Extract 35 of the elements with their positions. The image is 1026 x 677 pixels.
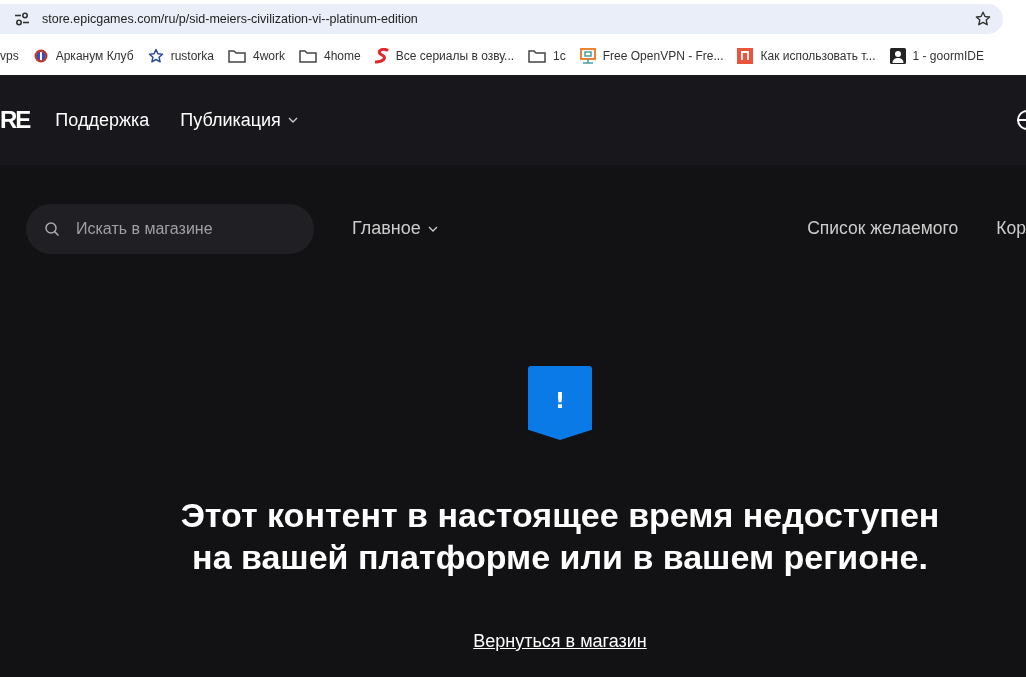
discover-menu[interactable]: Главное [352, 218, 438, 239]
s-logo-icon [374, 48, 389, 64]
folder-icon [228, 49, 246, 63]
store-link[interactable]: Список желаемого [807, 218, 959, 239]
chevron-down-icon [287, 117, 298, 123]
search-field[interactable]: Искать в магазине [26, 203, 314, 254]
bookmark-item[interactable]: Все сериалы в озву... [374, 48, 515, 64]
monitor-icon [579, 48, 596, 64]
store-link[interactable]: Кор [996, 218, 1026, 239]
bookmark-item[interactable]: 4work [228, 49, 285, 63]
star-icon [147, 48, 164, 64]
globe-icon[interactable] [1016, 109, 1026, 131]
site-settings-icon[interactable] [14, 11, 30, 26]
url-text: store.epicgames.com/ru/p/sid-meiers-civilization-vi--platinum-edition [42, 11, 419, 26]
bookmark-item[interactable]: 1 - goormIDE [889, 48, 984, 64]
return-to-store-link[interactable]: Вернуться в магазин [473, 631, 647, 652]
person-icon [889, 48, 906, 64]
store-logo[interactable]: RE [0, 106, 30, 134]
chevron-down-icon [427, 225, 438, 232]
bookmark-star-icon[interactable] [975, 10, 991, 27]
folder-icon [299, 49, 317, 63]
nav-link[interactable]: Публикация [180, 109, 298, 131]
bookmark-item[interactable]: Free OpenVPN - Fre... [579, 48, 724, 64]
unavailable-message: Этот контент в настоящее время недоступен на вашей платформе или в вашем регионе. [180, 495, 940, 578]
bookmark-item[interactable]: vps [0, 49, 19, 63]
warning-badge: ! [528, 366, 592, 440]
bookmark-item[interactable]: Как использовать т... [737, 48, 876, 64]
bookmark-item[interactable]: rustorka [147, 48, 214, 64]
folder-icon [528, 49, 547, 63]
letter-logo-icon [737, 48, 754, 64]
address-bar[interactable]: store.epicgames.com/ru/p/sid-meiers-civilization-vi--platinum-edition [0, 3, 1003, 34]
bookmark-item[interactable]: 1c [528, 49, 566, 63]
bookmark-item[interactable]: 4home [299, 49, 361, 63]
bookmark-item[interactable]: Арканум Клуб [32, 48, 134, 64]
nav-link[interactable]: Поддержка [55, 109, 150, 131]
